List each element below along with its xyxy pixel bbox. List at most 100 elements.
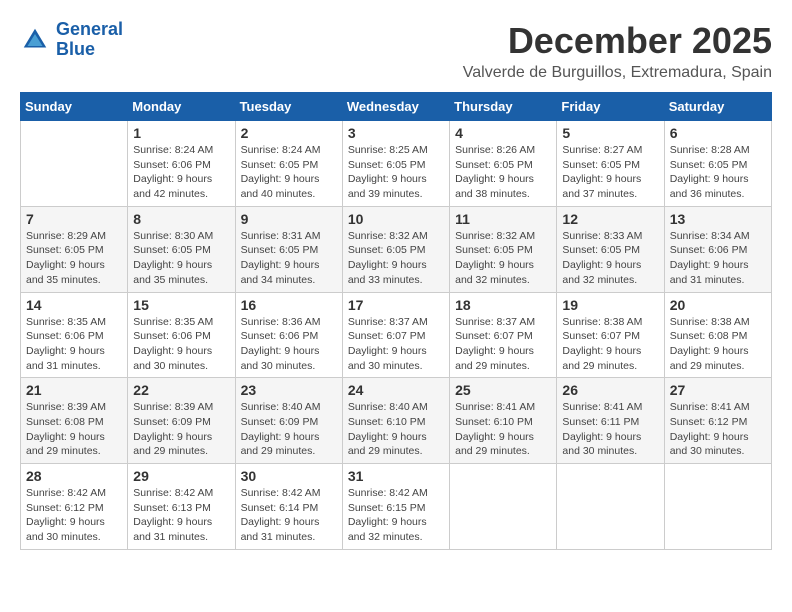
day-info: Sunrise: 8:42 AM Sunset: 6:14 PM Dayligh… [241,486,337,545]
calendar-cell [664,464,771,550]
day-number: 25 [455,382,551,398]
calendar-cell: 25Sunrise: 8:41 AM Sunset: 6:10 PM Dayli… [450,378,557,464]
day-info: Sunrise: 8:25 AM Sunset: 6:05 PM Dayligh… [348,143,444,202]
day-info: Sunrise: 8:34 AM Sunset: 6:06 PM Dayligh… [670,229,766,288]
calendar-cell: 14Sunrise: 8:35 AM Sunset: 6:06 PM Dayli… [21,292,128,378]
weekday-header-row: SundayMondayTuesdayWednesdayThursdayFrid… [21,93,772,121]
day-number: 31 [348,468,444,484]
day-info: Sunrise: 8:35 AM Sunset: 6:06 PM Dayligh… [26,315,122,374]
calendar-cell: 22 Sunrise: 8:39 AM Sunset: 6:09 PM Dayli… [128,378,235,464]
day-number: 4 [455,125,551,141]
weekday-header-saturday: Saturday [664,93,771,121]
weekday-header-wednesday: Wednesday [342,93,449,121]
calendar-cell: 9 Sunrise: 8:31 AM Sunset: 6:05 PM Daylig… [235,206,342,292]
day-info: Sunrise: 8:32 AM Sunset: 6:05 PM Dayligh… [455,229,551,288]
day-number: 19 [562,297,658,313]
calendar-cell: 19 Sunrise: 8:38 AM Sunset: 6:07 PM Dayli… [557,292,664,378]
logo-line1: General [56,19,123,39]
calendar-cell: 23 Sunrise: 8:40 AM Sunset: 6:09 PM Dayli… [235,378,342,464]
day-info: Sunrise: 8:37 AM Sunset: 6:07 PM Dayligh… [348,315,444,374]
logo-text: General Blue [56,20,123,60]
day-number: 17 [348,297,444,313]
day-info: Sunrise: 8:36 AM Sunset: 6:06 PM Dayligh… [241,315,337,374]
month-title: December 2025 [463,20,772,62]
day-info: Sunrise: 8:31 AM Sunset: 6:05 PM Dayligh… [241,229,337,288]
calendar-cell: 17 Sunrise: 8:37 AM Sunset: 6:07 PM Dayli… [342,292,449,378]
calendar-cell: 16Sunrise: 8:36 AM Sunset: 6:06 PM Dayli… [235,292,342,378]
day-info: Sunrise: 8:38 AM Sunset: 6:07 PM Dayligh… [562,315,658,374]
day-info: Sunrise: 8:27 AM Sunset: 6:05 PM Dayligh… [562,143,658,202]
day-number: 3 [348,125,444,141]
day-info: Sunrise: 8:24 AM Sunset: 6:06 PM Dayligh… [133,143,229,202]
calendar-cell: 21 Sunrise: 8:39 AM Sunset: 6:08 PM Dayli… [21,378,128,464]
calendar-cell: 12 Sunrise: 8:33 AM Sunset: 6:05 PM Dayli… [557,206,664,292]
day-number: 2 [241,125,337,141]
calendar-cell: 18Sunrise: 8:37 AM Sunset: 6:07 PM Dayli… [450,292,557,378]
calendar-cell: 3 Sunrise: 8:25 AM Sunset: 6:05 PM Daylig… [342,121,449,207]
day-number: 7 [26,211,122,227]
day-number: 12 [562,211,658,227]
calendar-cell: 31 Sunrise: 8:42 AM Sunset: 6:15 PM Dayli… [342,464,449,550]
calendar-cell [557,464,664,550]
day-number: 23 [241,382,337,398]
calendar-cell: 27Sunrise: 8:41 AM Sunset: 6:12 PM Dayli… [664,378,771,464]
calendar-cell: 28 Sunrise: 8:42 AM Sunset: 6:12 PM Dayli… [21,464,128,550]
logo-line2: Blue [56,39,95,59]
day-info: Sunrise: 8:40 AM Sunset: 6:09 PM Dayligh… [241,400,337,459]
day-info: Sunrise: 8:39 AM Sunset: 6:09 PM Dayligh… [133,400,229,459]
title-section: December 2025 Valverde de Burguillos, Ex… [463,20,772,82]
weekday-header-monday: Monday [128,93,235,121]
location: Valverde de Burguillos, Extremadura, Spa… [463,64,772,82]
day-info: Sunrise: 8:30 AM Sunset: 6:05 PM Dayligh… [133,229,229,288]
day-number: 11 [455,211,551,227]
calendar-cell [450,464,557,550]
day-number: 22 [133,382,229,398]
day-number: 24 [348,382,444,398]
day-info: Sunrise: 8:38 AM Sunset: 6:08 PM Dayligh… [670,315,766,374]
day-number: 15 [133,297,229,313]
day-number: 10 [348,211,444,227]
calendar-cell: 8 Sunrise: 8:30 AM Sunset: 6:05 PM Daylig… [128,206,235,292]
calendar-cell: 10 Sunrise: 8:32 AM Sunset: 6:05 PM Dayli… [342,206,449,292]
calendar-cell: 5Sunrise: 8:27 AM Sunset: 6:05 PM Daylig… [557,121,664,207]
day-info: Sunrise: 8:41 AM Sunset: 6:11 PM Dayligh… [562,400,658,459]
day-number: 8 [133,211,229,227]
day-info: Sunrise: 8:32 AM Sunset: 6:05 PM Dayligh… [348,229,444,288]
calendar-cell: 26 Sunrise: 8:41 AM Sunset: 6:11 PM Dayli… [557,378,664,464]
week-row-5: 28 Sunrise: 8:42 AM Sunset: 6:12 PM Dayli… [21,464,772,550]
week-row-4: 21 Sunrise: 8:39 AM Sunset: 6:08 PM Dayli… [21,378,772,464]
calendar-cell: 30Sunrise: 8:42 AM Sunset: 6:14 PM Dayli… [235,464,342,550]
calendar-cell: 29Sunrise: 8:42 AM Sunset: 6:13 PM Dayli… [128,464,235,550]
day-info: Sunrise: 8:40 AM Sunset: 6:10 PM Dayligh… [348,400,444,459]
day-info: Sunrise: 8:33 AM Sunset: 6:05 PM Dayligh… [562,229,658,288]
weekday-header-sunday: Sunday [21,93,128,121]
day-number: 28 [26,468,122,484]
day-number: 20 [670,297,766,313]
day-number: 26 [562,382,658,398]
day-number: 6 [670,125,766,141]
day-number: 18 [455,297,551,313]
day-number: 13 [670,211,766,227]
week-row-1: 1 Sunrise: 8:24 AM Sunset: 6:06 PM Daylig… [21,121,772,207]
day-info: Sunrise: 8:42 AM Sunset: 6:12 PM Dayligh… [26,486,122,545]
calendar-cell: 13 Sunrise: 8:34 AM Sunset: 6:06 PM Dayli… [664,206,771,292]
day-info: Sunrise: 8:26 AM Sunset: 6:05 PM Dayligh… [455,143,551,202]
page-header: General Blue December 2025 Valverde de B… [20,20,772,82]
day-number: 1 [133,125,229,141]
calendar-cell: 7Sunrise: 8:29 AM Sunset: 6:05 PM Daylig… [21,206,128,292]
day-number: 9 [241,211,337,227]
calendar-cell: 20 Sunrise: 8:38 AM Sunset: 6:08 PM Dayli… [664,292,771,378]
day-number: 21 [26,382,122,398]
week-row-2: 7Sunrise: 8:29 AM Sunset: 6:05 PM Daylig… [21,206,772,292]
calendar-table: SundayMondayTuesdayWednesdayThursdayFrid… [20,92,772,550]
day-info: Sunrise: 8:24 AM Sunset: 6:05 PM Dayligh… [241,143,337,202]
calendar-cell: 1 Sunrise: 8:24 AM Sunset: 6:06 PM Daylig… [128,121,235,207]
day-info: Sunrise: 8:39 AM Sunset: 6:08 PM Dayligh… [26,400,122,459]
day-info: Sunrise: 8:42 AM Sunset: 6:15 PM Dayligh… [348,486,444,545]
weekday-header-tuesday: Tuesday [235,93,342,121]
week-row-3: 14Sunrise: 8:35 AM Sunset: 6:06 PM Dayli… [21,292,772,378]
logo-icon [20,25,50,55]
calendar-cell: 11 Sunrise: 8:32 AM Sunset: 6:05 PM Dayli… [450,206,557,292]
calendar-cell: 24 Sunrise: 8:40 AM Sunset: 6:10 PM Dayli… [342,378,449,464]
logo: General Blue [20,20,123,60]
